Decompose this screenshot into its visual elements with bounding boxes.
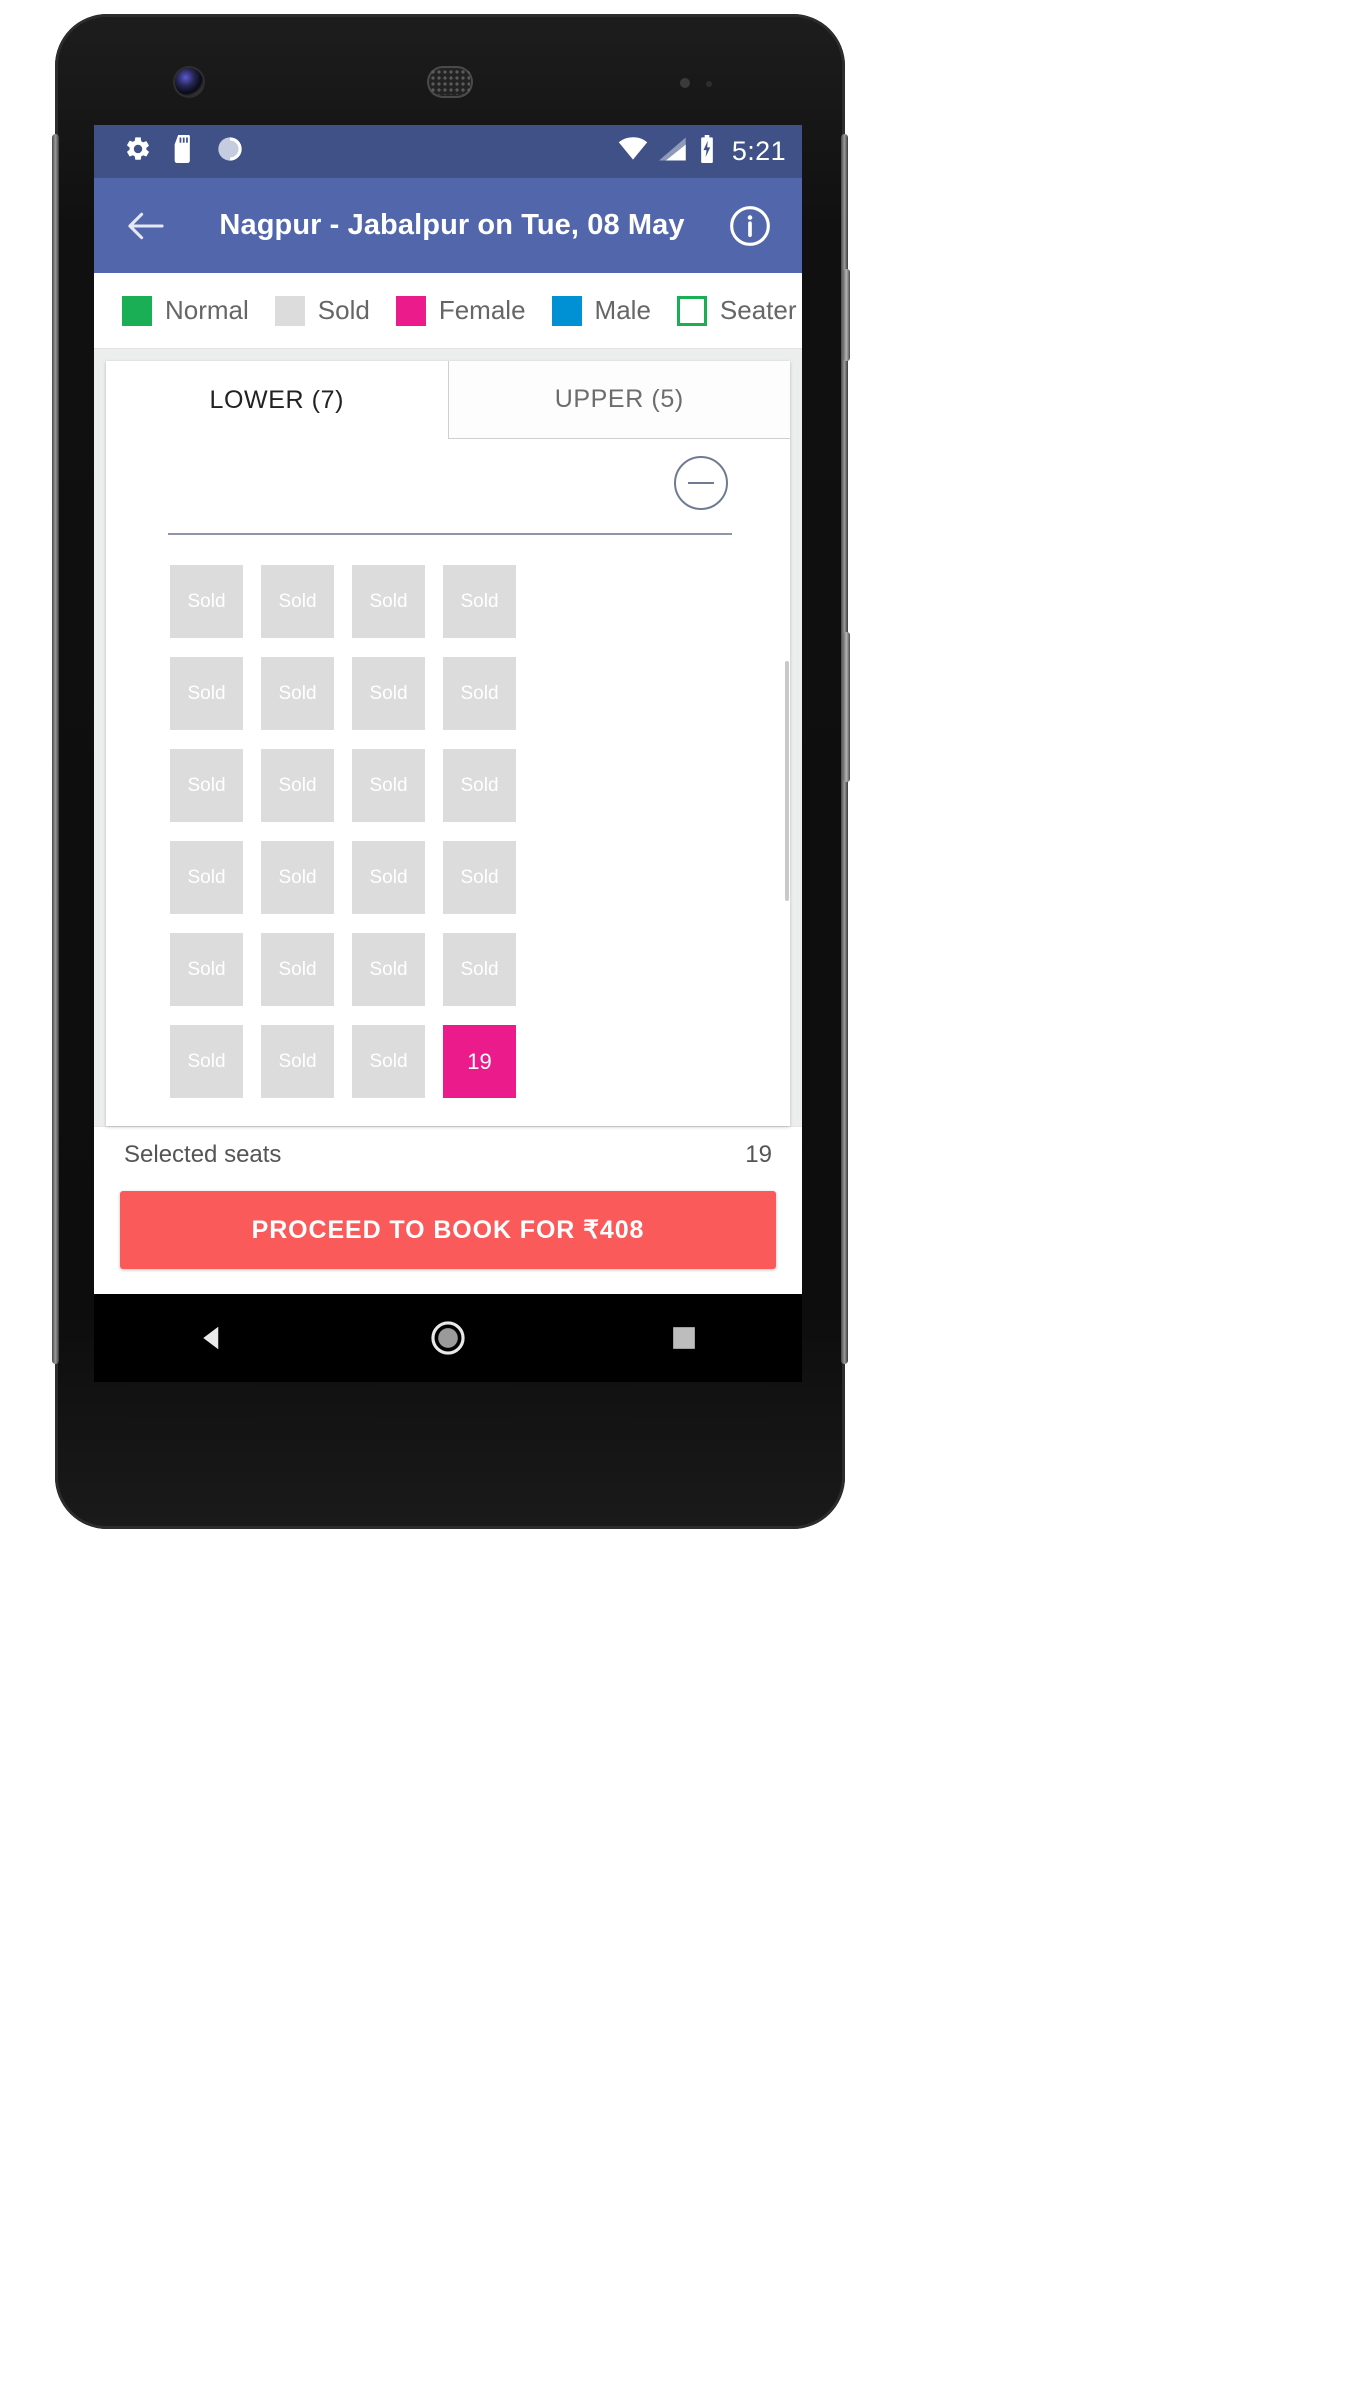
gear-icon: [124, 135, 152, 168]
seat[interactable]: Sold: [352, 749, 425, 822]
selected-seats-value: 19: [745, 1141, 772, 1168]
seat[interactable]: Sold: [352, 933, 425, 1006]
seat[interactable]: Sold: [443, 933, 516, 1006]
tab-upper-deck[interactable]: UPPER (5): [447, 361, 790, 439]
legend-item-female: Female: [395, 295, 526, 326]
volume-button[interactable]: [843, 632, 850, 782]
legend-swatch-normal: [122, 295, 152, 326]
seat[interactable]: Sold: [261, 749, 334, 822]
seat[interactable]: Sold: [261, 841, 334, 914]
back-arrow-icon[interactable]: [118, 198, 174, 254]
minus-bar: [688, 482, 714, 484]
front-camera: [175, 68, 203, 96]
recents-square-icon[interactable]: [647, 1301, 721, 1375]
seat[interactable]: Sold: [352, 565, 425, 638]
selected-seats-summary: Selected seats 19: [94, 1126, 802, 1183]
sd-card-icon: [172, 135, 196, 168]
seat-column-left-1: Sold Sold Sold Sold Sold Sold: [170, 565, 243, 1098]
seat[interactable]: Sold: [443, 749, 516, 822]
legend-label-sold: Sold: [317, 295, 370, 325]
legend-swatch-sold: [274, 295, 305, 326]
selected-seats-label: Selected seats: [124, 1141, 282, 1168]
sync-circle-icon: [216, 135, 244, 168]
seat-column-left-2: Sold Sold Sold Sold Sold Sold: [261, 565, 334, 1098]
light-sensor: [706, 81, 712, 87]
legend-label-male: Male: [594, 295, 651, 325]
seat[interactable]: Sold: [170, 933, 243, 1006]
legend-label-female: Female: [438, 295, 526, 325]
phone-device-frame: 5:21 Nagpur - Jabalpur on Tue, 08 May No…: [52, 14, 850, 1529]
signal-icon: [658, 137, 687, 166]
legend-label-normal: Normal: [165, 295, 249, 325]
legend-label-seater: Seater: [719, 295, 797, 325]
cta-container: PROCEED TO BOOK FOR ₹408: [94, 1183, 802, 1293]
seat[interactable]: Sold: [443, 657, 516, 730]
status-bar-right-icons: 5:21: [618, 135, 786, 168]
legend-item-male: Male: [551, 295, 651, 326]
seat[interactable]: Sold: [170, 657, 243, 730]
seat[interactable]: Sold: [170, 749, 243, 822]
app-toolbar: Nagpur - Jabalpur on Tue, 08 May: [94, 178, 802, 273]
seat-card: LOWER (7) UPPER (5) Sold Sold Sold Sold …: [106, 361, 790, 1126]
status-bar-clock: 5:21: [731, 136, 786, 166]
legend-swatch-seater: [676, 295, 707, 326]
seat[interactable]: Sold: [170, 565, 243, 638]
seat-scrollbar[interactable]: [785, 361, 790, 1126]
page-title: Nagpur - Jabalpur on Tue, 08 May: [219, 209, 685, 241]
seat[interactable]: Sold: [352, 1025, 425, 1098]
home-circle-icon[interactable]: [411, 1301, 485, 1375]
legend-item-seater: Seater: [676, 295, 797, 326]
android-status-bar: 5:21: [94, 125, 802, 178]
seat-column-right-2: Sold Sold Sold Sold Sold 19: [443, 565, 516, 1098]
deck-header-row: [106, 439, 790, 527]
deck-tab-bar: LOWER (7) UPPER (5): [106, 361, 790, 439]
seat[interactable]: Sold: [261, 933, 334, 1006]
earpiece-speaker: [427, 66, 473, 98]
android-nav-bar: [94, 1294, 802, 1382]
device-left-rail: [52, 134, 59, 1364]
phone-screen: 5:21 Nagpur - Jabalpur on Tue, 08 May No…: [94, 125, 802, 1294]
legend-item-normal: Normal: [122, 295, 249, 326]
seat[interactable]: Sold: [261, 565, 334, 638]
seat[interactable]: Sold: [170, 841, 243, 914]
seat-legend: Normal Sold Female Male Seater: [94, 273, 802, 349]
seat-layout-content: LOWER (7) UPPER (5) Sold Sold Sold Sold …: [94, 349, 802, 1126]
seat[interactable]: Sold: [352, 657, 425, 730]
seat[interactable]: Sold: [352, 841, 425, 914]
proceed-to-book-button[interactable]: PROCEED TO BOOK FOR ₹408: [120, 1191, 776, 1269]
seat[interactable]: Sold: [170, 1025, 243, 1098]
seat-grid: Sold Sold Sold Sold Sold Sold Sold Sold …: [106, 565, 790, 1098]
seat-scrollbar-thumb[interactable]: [785, 661, 789, 901]
tab-lower-deck[interactable]: LOWER (7): [106, 361, 448, 439]
legend-item-sold: Sold: [274, 295, 370, 326]
seat[interactable]: Sold: [261, 657, 334, 730]
back-triangle-icon[interactable]: [175, 1301, 249, 1375]
status-bar-left-icons: [124, 135, 244, 168]
deck-divider: [168, 533, 732, 535]
seat[interactable]: Sold: [261, 1025, 334, 1098]
battery-icon: [698, 135, 716, 168]
minus-circle-icon[interactable]: [674, 456, 728, 510]
seat[interactable]: Sold: [443, 565, 516, 638]
seat[interactable]: Sold: [443, 841, 516, 914]
proximity-sensor: [680, 78, 690, 88]
legend-swatch-male: [551, 295, 582, 326]
seat-selected[interactable]: 19: [443, 1025, 516, 1098]
legend-swatch-female: [395, 295, 426, 326]
wifi-icon: [618, 137, 648, 166]
power-button[interactable]: [843, 269, 850, 361]
info-icon[interactable]: [724, 200, 776, 252]
seat-column-right-1: Sold Sold Sold Sold Sold Sold: [352, 565, 425, 1098]
